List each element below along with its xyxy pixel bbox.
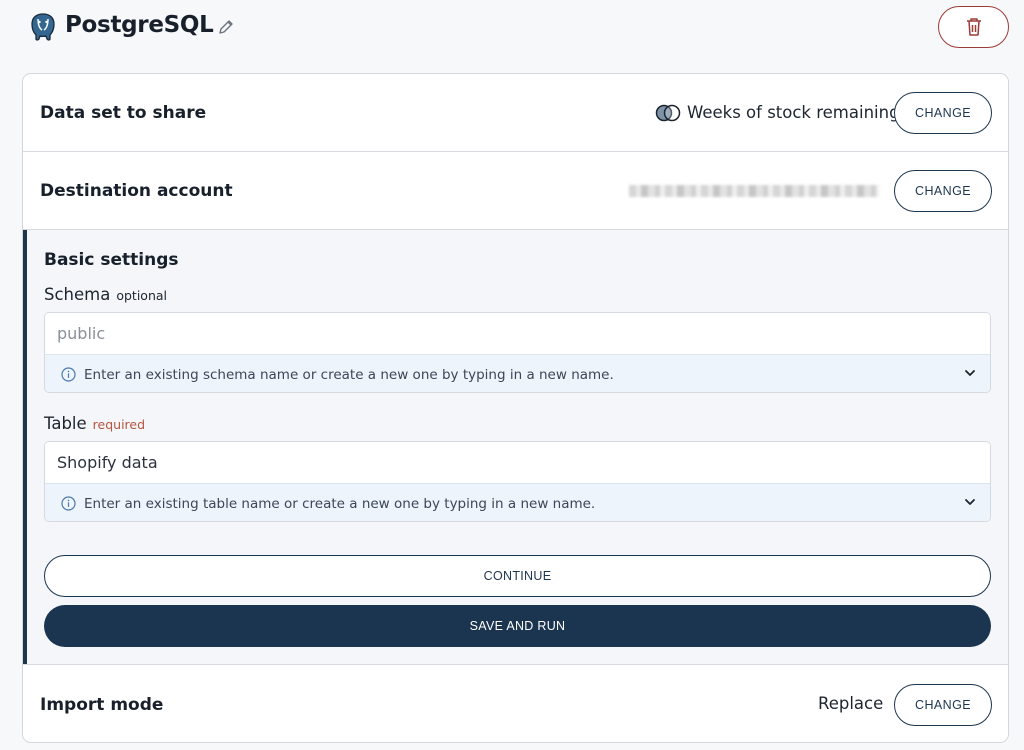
- destination-row: Destination account CHANGE: [23, 152, 1008, 230]
- table-hint-text: Enter an existing table name or create a…: [84, 495, 596, 512]
- schema-optional-tag: optional: [116, 288, 168, 303]
- import-mode-value: Replace: [818, 694, 884, 713]
- postgresql-elephant-icon: [31, 13, 55, 41]
- import-mode-change-button[interactable]: CHANGE: [894, 684, 992, 726]
- schema-hint-text: Enter an existing schema name or create …: [84, 366, 614, 383]
- save-and-run-button[interactable]: SAVE AND RUN: [44, 605, 991, 647]
- table-input[interactable]: [45, 442, 990, 483]
- table-field: Enter an existing table name or create a…: [44, 441, 991, 522]
- continue-button[interactable]: CONTINUE: [44, 555, 991, 597]
- export-config-card: Data set to share Weeks of stock remaini…: [22, 73, 1009, 743]
- table-required-tag: required: [92, 417, 146, 432]
- schema-field: Enter an existing schema name or create …: [44, 312, 991, 393]
- table-label: Table required: [44, 414, 145, 433]
- import-mode-row: Import mode Replace CHANGE: [23, 665, 1008, 742]
- schema-input[interactable]: [45, 313, 990, 354]
- schema-label: Schema optional: [44, 285, 167, 304]
- info-icon: [61, 496, 76, 511]
- page-header: PostgreSQL: [0, 0, 1024, 60]
- schema-hint[interactable]: Enter an existing schema name or create …: [45, 354, 990, 392]
- page-title: PostgreSQL: [65, 12, 214, 38]
- basic-settings-title: Basic settings: [44, 250, 179, 270]
- dataset-row: Data set to share Weeks of stock remaini…: [23, 74, 1008, 152]
- basic-settings-section: Basic settings Schema optional Enter an e…: [23, 230, 1008, 665]
- destination-change-button[interactable]: CHANGE: [894, 170, 992, 212]
- chevron-down-icon[interactable]: [964, 367, 976, 379]
- dataset-name: Weeks of stock remaining: [687, 103, 900, 122]
- redacted-account-name: [629, 185, 879, 197]
- destination-title: Destination account: [40, 181, 233, 201]
- section-accent-bar: [23, 230, 27, 664]
- pencil-icon[interactable]: [216, 17, 236, 37]
- dataset-venn-icon: [655, 104, 681, 121]
- dataset-value: Weeks of stock remaining: [654, 103, 900, 122]
- table-label-text: Table: [44, 414, 87, 433]
- table-hint[interactable]: Enter an existing table name or create a…: [45, 483, 990, 521]
- dataset-title: Data set to share: [40, 103, 207, 123]
- chevron-down-icon[interactable]: [964, 496, 976, 508]
- delete-button[interactable]: [938, 6, 1009, 48]
- dataset-change-button[interactable]: CHANGE: [894, 92, 992, 134]
- import-mode-title: Import mode: [40, 695, 164, 715]
- trash-icon: [966, 18, 981, 36]
- info-icon: [61, 367, 76, 382]
- schema-label-text: Schema: [44, 285, 111, 304]
